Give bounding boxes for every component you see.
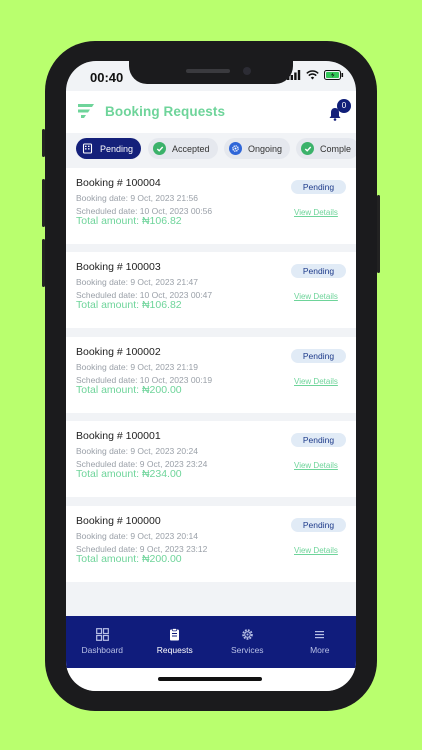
booking-date: Booking date: 9 Oct, 2023 20:14	[76, 531, 198, 541]
status-badge: Pending	[291, 264, 346, 278]
check-circle-icon	[153, 142, 166, 155]
check-circle-icon	[301, 142, 314, 155]
total-amount: Total amount: ₦200.00	[76, 384, 182, 396]
gear-icon	[241, 629, 253, 640]
booking-date: Booking date: 9 Oct, 2023 20:24	[76, 446, 198, 456]
gear-circle-icon	[229, 142, 242, 155]
status-badge: Pending	[291, 518, 346, 532]
app-screen: 00:40 Booking Requests 0 Pending Accepte…	[66, 61, 356, 691]
dashboard-icon	[95, 628, 109, 641]
status-tabs: Pending Accepted Ongoing Comple	[66, 133, 356, 165]
total-amount: Total amount: ₦234.00	[76, 468, 182, 480]
notch	[129, 61, 293, 84]
booking-title: Booking # 100004	[76, 177, 161, 189]
clipboard-icon	[170, 628, 180, 641]
nav-label: Requests	[156, 645, 193, 655]
nav-more[interactable]: More	[284, 616, 357, 668]
total-amount: Total amount: ₦200.00	[76, 553, 182, 565]
view-details-link[interactable]: View Details	[294, 377, 338, 386]
wifi-icon	[306, 70, 319, 80]
view-details-link[interactable]: View Details	[294, 292, 338, 301]
bottom-nav: Dashboard Requests Services More	[66, 616, 356, 668]
booking-title: Booking # 100001	[76, 430, 161, 442]
view-details-link[interactable]: View Details	[294, 461, 338, 470]
nav-services[interactable]: Services	[211, 616, 284, 668]
nav-requests[interactable]: Requests	[139, 616, 212, 668]
tab-label: Ongoing	[248, 143, 283, 154]
booking-title: Booking # 100000	[76, 515, 161, 527]
total-amount: Total amount: ₦106.82	[76, 299, 182, 311]
menu-icon	[315, 631, 325, 639]
notification-badge: 0	[337, 99, 351, 113]
app-logo-icon	[78, 104, 94, 118]
booking-date: Booking date: 9 Oct, 2023 21:56	[76, 193, 198, 203]
total-amount: Total amount: ₦106.82	[76, 215, 182, 227]
home-indicator[interactable]	[158, 677, 262, 681]
nav-dashboard[interactable]: Dashboard	[66, 616, 139, 668]
tab-pending[interactable]: Pending	[76, 138, 142, 159]
booking-title: Booking # 100003	[76, 261, 161, 273]
status-badge: Pending	[291, 180, 346, 194]
booking-date: Booking date: 9 Oct, 2023 21:19	[76, 362, 198, 372]
home-indicator-area	[66, 668, 356, 691]
nav-label: More	[310, 645, 330, 655]
booking-card[interactable]: Booking # 100002 Booking date: 9 Oct, 20…	[66, 337, 356, 413]
booking-card[interactable]: Booking # 100000 Booking date: 9 Oct, 20…	[66, 506, 356, 582]
booking-card[interactable]: Booking # 100004 Booking date: 9 Oct, 20…	[66, 168, 356, 244]
tab-ongoing[interactable]: Ongoing	[224, 138, 291, 159]
tab-label: Accepted	[172, 143, 210, 154]
nav-label: Dashboard	[81, 645, 124, 655]
booking-card[interactable]: Booking # 100001 Booking date: 9 Oct, 20…	[66, 421, 356, 497]
view-details-link[interactable]: View Details	[294, 546, 338, 555]
booking-date: Booking date: 9 Oct, 2023 21:47	[76, 277, 198, 287]
status-badge: Pending	[291, 433, 346, 447]
app-header: Booking Requests 0	[66, 91, 356, 133]
tab-completed[interactable]: Comple	[296, 138, 356, 159]
booking-title: Booking # 100002	[76, 346, 161, 358]
status-time: 00:40	[90, 70, 124, 85]
nav-label: Services	[230, 645, 264, 655]
view-details-link[interactable]: View Details	[294, 208, 338, 217]
status-badge: Pending	[291, 349, 346, 363]
tab-label: Comple	[320, 143, 352, 154]
booking-card[interactable]: Booking # 100003 Booking date: 9 Oct, 20…	[66, 252, 356, 328]
page-title: Booking Requests	[105, 104, 226, 119]
battery-icon	[324, 70, 344, 80]
tab-label: Pending	[100, 143, 134, 154]
building-icon	[81, 142, 94, 155]
tab-accepted[interactable]: Accepted	[148, 138, 218, 159]
